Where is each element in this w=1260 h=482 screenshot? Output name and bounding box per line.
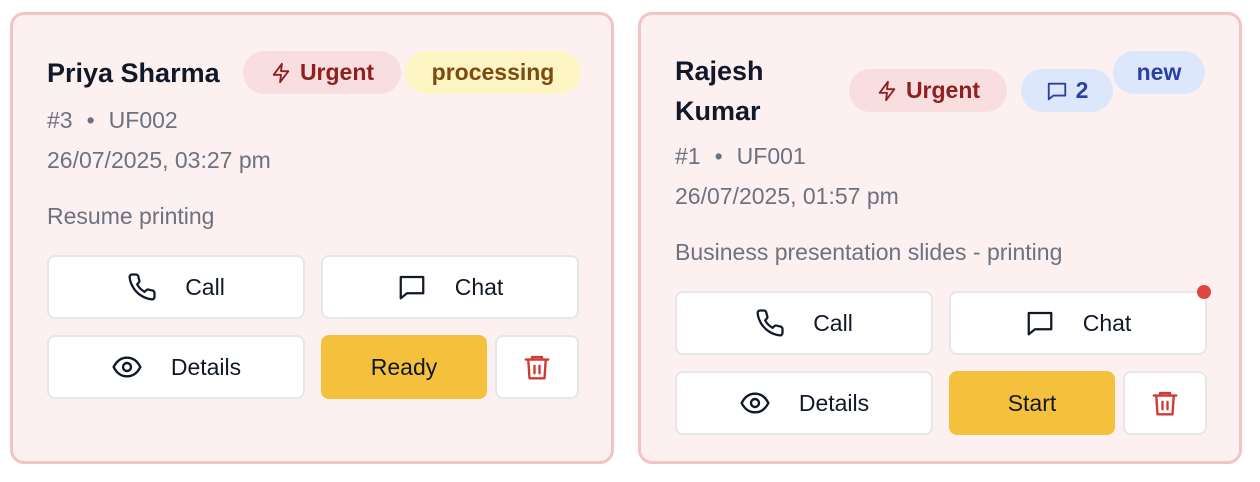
- delete-button[interactable]: [1123, 371, 1207, 435]
- delete-button[interactable]: [495, 335, 579, 399]
- order-meta: #3 • UF002: [47, 105, 178, 135]
- order-datetime: 26/07/2025, 03:27 pm: [47, 147, 271, 173]
- order-meta: #1 • UF001: [675, 141, 806, 171]
- order-description: Business presentation slides - printing: [675, 239, 1063, 265]
- chat-icon: [399, 275, 425, 300]
- status-badge: new: [1113, 51, 1205, 94]
- eye-icon: [112, 356, 142, 378]
- order-number: #1: [675, 143, 701, 169]
- phone-icon: [128, 273, 156, 301]
- chat-button[interactable]: Chat: [321, 255, 579, 319]
- urgent-label: Urgent: [299, 59, 375, 85]
- details-button[interactable]: Details: [47, 335, 305, 399]
- order-description: Resume printing: [47, 203, 215, 229]
- call-button[interactable]: Call: [675, 291, 933, 355]
- urgent-badge: Urgent: [849, 69, 1007, 112]
- lightning-icon: [272, 62, 290, 83]
- ready-button[interactable]: Ready: [321, 335, 487, 399]
- order-number: #3: [47, 107, 73, 133]
- urgent-label: Urgent: [905, 77, 981, 103]
- chat-button[interactable]: Chat: [949, 291, 1207, 355]
- separator-dot: •: [86, 107, 95, 133]
- chat-label: Chat: [1082, 309, 1132, 336]
- customer-name: Priya Sharma: [47, 58, 220, 88]
- trash-icon: [524, 355, 550, 380]
- customer-id: UF002: [108, 107, 178, 133]
- chat-icon: [1027, 311, 1053, 336]
- message-count: 2: [1075, 77, 1089, 103]
- chat-label: Chat: [454, 273, 504, 300]
- lightning-icon: [878, 80, 896, 101]
- customer-id: UF001: [736, 143, 806, 169]
- message-count-badge[interactable]: 2: [1021, 69, 1113, 112]
- customer-name-line1: Rajesh: [675, 56, 764, 86]
- eye-icon: [740, 392, 770, 414]
- order-card: Rajesh Kumar Urgent 2 new #1 • UF001 26/07…: [638, 12, 1242, 464]
- call-label: Call: [813, 309, 853, 336]
- call-label: Call: [185, 273, 225, 300]
- details-button[interactable]: Details: [675, 371, 933, 435]
- details-label: Details: [170, 353, 242, 380]
- status-badge: processing: [405, 51, 581, 94]
- order-card: Priya Sharma Urgent processing #3 • UF002 …: [10, 12, 614, 464]
- details-label: Details: [798, 389, 870, 416]
- phone-icon: [756, 309, 784, 337]
- start-button[interactable]: Start: [949, 371, 1115, 435]
- trash-icon: [1152, 391, 1178, 416]
- order-datetime: 26/07/2025, 01:57 pm: [675, 183, 899, 209]
- customer-name-line2: Kumar: [675, 96, 761, 126]
- chat-icon: [1047, 82, 1066, 100]
- separator-dot: •: [714, 143, 723, 169]
- unread-indicator: [1197, 285, 1211, 299]
- urgent-badge: Urgent: [243, 51, 401, 94]
- call-button[interactable]: Call: [47, 255, 305, 319]
